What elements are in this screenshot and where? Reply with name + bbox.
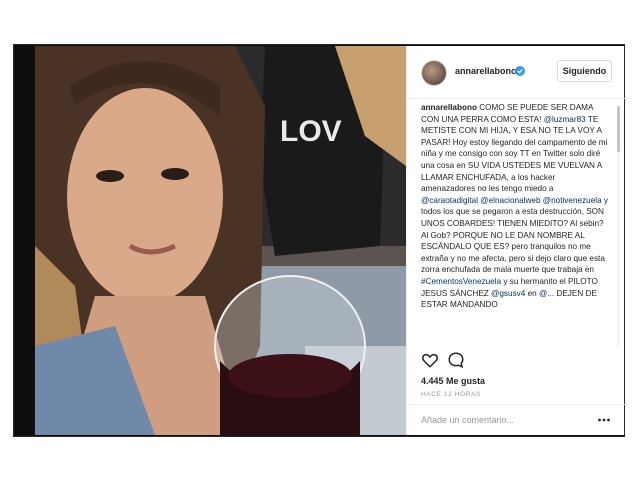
caption-text: y todos los que se pegaron a esta destru… (421, 195, 608, 275)
mention-link[interactable]: @notivenezuela (543, 196, 602, 205)
speech-bubble-icon[interactable] (447, 351, 465, 369)
mention-link[interactable]: @... (539, 289, 554, 298)
likes-count[interactable]: 4.445 Me gusta (421, 376, 485, 386)
avatar[interactable] (421, 60, 447, 86)
mention-link[interactable]: @elnacionalweb (480, 196, 540, 205)
post-timestamp[interactable]: HACE 12 HORAS (421, 391, 481, 398)
caption-author[interactable]: annarellabono (421, 103, 477, 112)
comment-input[interactable] (421, 413, 581, 427)
caption-text: en (525, 288, 539, 298)
heart-icon[interactable] (421, 351, 439, 369)
scrollbar-thumb[interactable] (617, 106, 620, 152)
mention-link[interactable]: @gsusv4 (491, 289, 525, 298)
following-button[interactable]: Siguiendo (557, 60, 612, 82)
mention-link[interactable]: @luzmar83 (544, 115, 586, 124)
post-photo[interactable]: LOV (35, 46, 406, 435)
caption: annarellabono COMO SE PUEDE SER DAMA CON… (421, 102, 611, 346)
comment-row (407, 404, 625, 435)
action-bar (421, 351, 611, 371)
ellipsis-icon[interactable] (597, 413, 611, 427)
mention-link[interactable]: @carаotadigital (421, 196, 478, 205)
post-header: annarellabono Siguiendo (407, 46, 625, 99)
post-side-panel: annarellabono Siguiendo annarellabono CO… (406, 46, 625, 435)
photo-illustration: LOV (35, 46, 406, 435)
caption-scrollbar[interactable] (617, 106, 620, 346)
shirt-text: LOV (280, 115, 342, 148)
verified-badge-icon (515, 66, 525, 76)
caption-text: TE METISTE CON MI HIJA, Y ESA NO TE LA V… (421, 114, 608, 194)
username[interactable]: annarellabono (455, 66, 517, 76)
hashtag-link[interactable]: #CementosVenezuela (421, 277, 501, 286)
